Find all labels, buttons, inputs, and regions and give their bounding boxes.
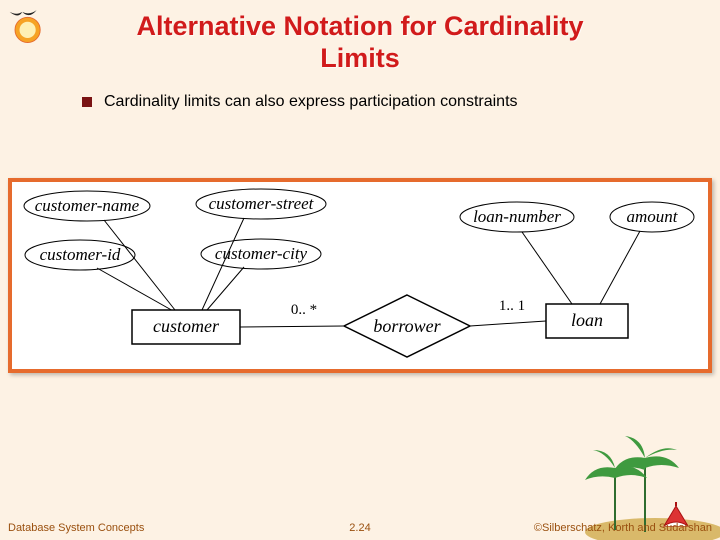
- title-line-2: Limits: [320, 43, 400, 73]
- attr-customer-street: customer-street: [209, 194, 315, 213]
- bullet-square-icon: [82, 97, 92, 107]
- title-line-1: Alternative Notation for Cardinality: [136, 11, 583, 41]
- footer-copyright: ©Silberschatz, Korth and Sudarshan: [534, 522, 712, 534]
- bullet-text: Cardinality limits can also express part…: [104, 93, 518, 111]
- footer-page-number: 2.24: [349, 522, 370, 534]
- sun-decoration: [6, 6, 60, 52]
- footer: Database System Concepts 2.24 ©Silbersch…: [0, 522, 720, 534]
- cardinality-right: 1.. 1: [499, 298, 525, 314]
- relationship-borrower: borrower: [373, 316, 441, 336]
- attr-customer-id: customer-id: [40, 245, 121, 264]
- er-diagram: customer-name customer-id customer-stree…: [12, 182, 708, 369]
- footer-left: Database System Concepts: [8, 522, 144, 534]
- bullet-item: Cardinality limits can also express part…: [82, 93, 720, 111]
- cardinality-left: 0.. *: [291, 302, 317, 318]
- attr-amount: amount: [627, 207, 679, 226]
- er-diagram-frame: customer-name customer-id customer-stree…: [8, 178, 712, 373]
- attr-customer-name: customer-name: [35, 196, 140, 215]
- attr-customer-city: customer-city: [215, 244, 308, 263]
- entity-loan: loan: [571, 310, 603, 330]
- attr-loan-number: loan-number: [473, 207, 561, 226]
- entity-customer: customer: [153, 316, 220, 336]
- slide-title: Alternative Notation for Cardinality Lim…: [0, 0, 720, 75]
